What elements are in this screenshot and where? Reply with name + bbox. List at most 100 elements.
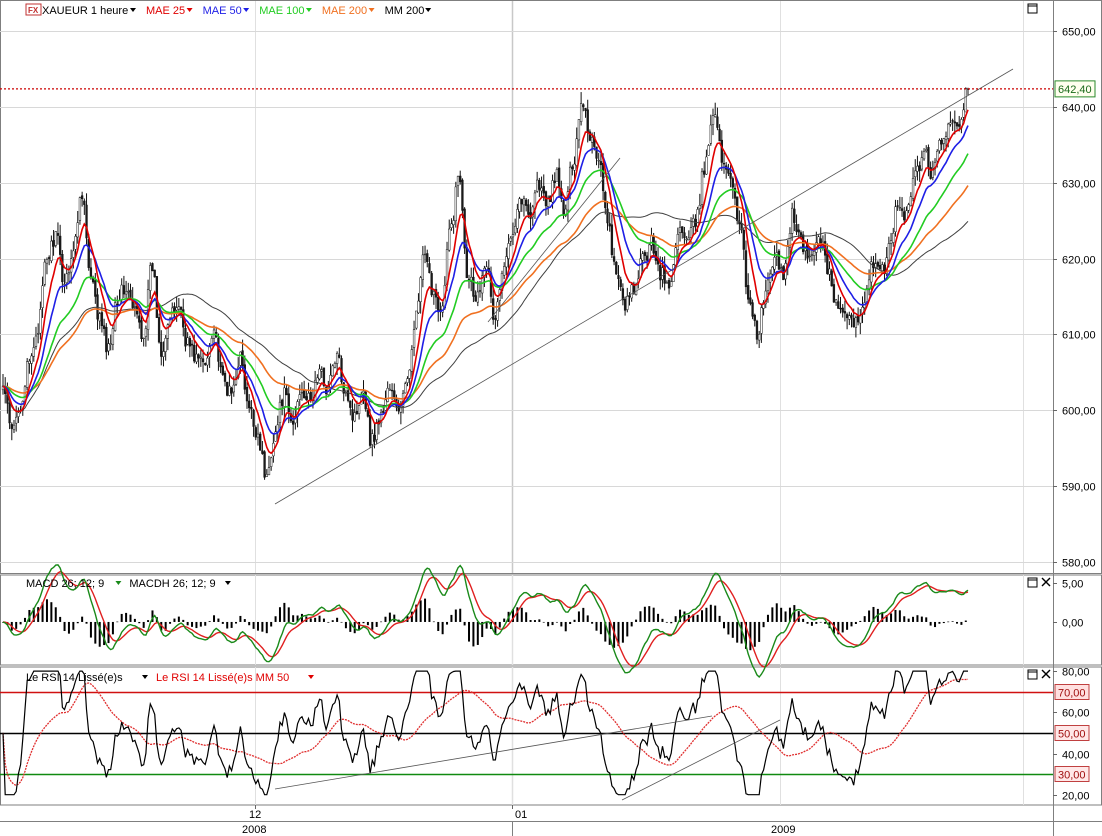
candle-body [538,180,541,190]
close-panel-icon[interactable] [1041,577,1051,587]
candle-body [461,179,464,211]
chevron-down-icon[interactable] [115,581,122,585]
macd-histogram-bar [714,605,717,622]
macd-histogram-bar [226,621,229,629]
candle-body [59,235,62,255]
macd-histogram-bar [243,619,246,622]
maximize-icon[interactable] [1027,577,1038,588]
legends: FX XAUEUR 1 heure MAE 25 MAE 50 MAE 100 MAE 2… [25,3,1051,684]
candle-body [911,178,915,199]
candle-body [423,253,427,256]
chevron-down-icon[interactable] [130,8,136,12]
macd-histogram-bar [327,621,330,623]
macd-histogram-bar [81,616,84,622]
macd-histogram-bar [564,621,567,632]
macd-histogram-bar [125,612,128,622]
candle-body [96,294,99,320]
candle-body [883,264,886,272]
candle-body [509,237,512,242]
maximize-icon[interactable] [1027,3,1038,14]
candle-body [955,122,959,127]
trendline-support[interactable] [274,68,1014,505]
candle-body [476,291,479,303]
chevron-down-icon[interactable] [186,8,193,12]
macd-histogram-bar [331,620,334,622]
candle-body [430,273,433,296]
candle-body [927,147,930,168]
candle-body [355,411,359,414]
candle-body [812,251,816,256]
candle-body [852,317,855,328]
rsi-level-label: 50,00 [1058,729,1086,741]
chevron-down-icon[interactable] [305,8,312,12]
chevron-down-icon[interactable] [224,581,231,585]
macd-histogram-bar [529,620,532,622]
macd-histogram-bar [683,611,686,622]
chevron-down-icon[interactable] [308,675,314,679]
macd-histogram-bar [63,621,66,632]
macd-histogram-bar [916,615,919,622]
candle-body [309,392,312,401]
candle-body [41,285,44,308]
price-maximize-button[interactable] [1027,3,1038,14]
macd-histogram-bar [934,621,937,628]
close-panel-icon[interactable] [1041,669,1051,679]
macd-histogram-bar [195,621,198,629]
macd-histogram-bar [898,610,901,622]
macd-histogram-bar [595,621,598,631]
chevron-down-icon[interactable] [142,675,148,679]
chevron-down-icon[interactable] [425,8,432,12]
price-axis-label: 580,00 [1062,558,1096,570]
macd-histogram-bar [903,616,906,622]
candle-body [689,227,693,238]
macd-histogram-bar [54,607,57,622]
candle-body [964,88,967,113]
candle-body [599,161,603,166]
candle-body [551,180,554,203]
macd-histogram-bar [718,615,721,622]
candle-body [944,136,948,140]
candle-body [573,163,576,171]
macd-histogram-bar [586,615,589,622]
candle-body [283,387,286,407]
chevron-down-icon[interactable] [243,8,250,12]
maximize-icon[interactable] [1027,669,1038,680]
candle-body [797,229,800,233]
candle-body [736,196,739,221]
time-axis: 12 01 2008 2009 [0,805,1102,836]
candle-body [410,349,414,372]
candle-body [357,405,361,414]
macd-histogram-bar [111,621,114,635]
candle-body [116,304,119,306]
candle-body [696,209,699,227]
candle-body [107,343,110,352]
rsi-trendline[interactable] [274,715,713,790]
candle-body [74,236,77,250]
macd-histogram-bar [621,621,624,643]
candle-body [390,389,394,392]
candle-body [459,175,462,183]
candle-body [127,290,130,293]
candle-body [72,250,75,258]
macd-histogram-bar [661,618,664,622]
candle-body [503,266,506,276]
candle-body [105,327,108,353]
candle-body [751,302,754,317]
candle-body [50,240,53,262]
macd-axis-label: 0,00 [1062,618,1083,630]
chevron-down-icon[interactable] [368,8,375,12]
macd-histogram-bar [696,614,699,622]
candle-body [415,310,418,329]
candle-body [177,306,181,310]
macd-maximize-button[interactable] [1027,577,1038,588]
candle-body [138,315,141,323]
rsi-panel[interactable]: 80,00 60,00 40,00 20,00 70,00 50,00 30,00 [0,667,1090,803]
candle-body [421,254,425,280]
price-panel[interactable]: 650,00 640,00 630,00 620,00 610,00 600,00 590,… [0,27,1096,570]
rsi-maximize-button[interactable] [1027,669,1038,680]
candle-body [909,196,912,207]
candle-body [610,224,614,255]
candle-body [747,285,750,300]
macd-histogram-bar [208,621,211,622]
macd-histogram-bar [551,621,554,626]
